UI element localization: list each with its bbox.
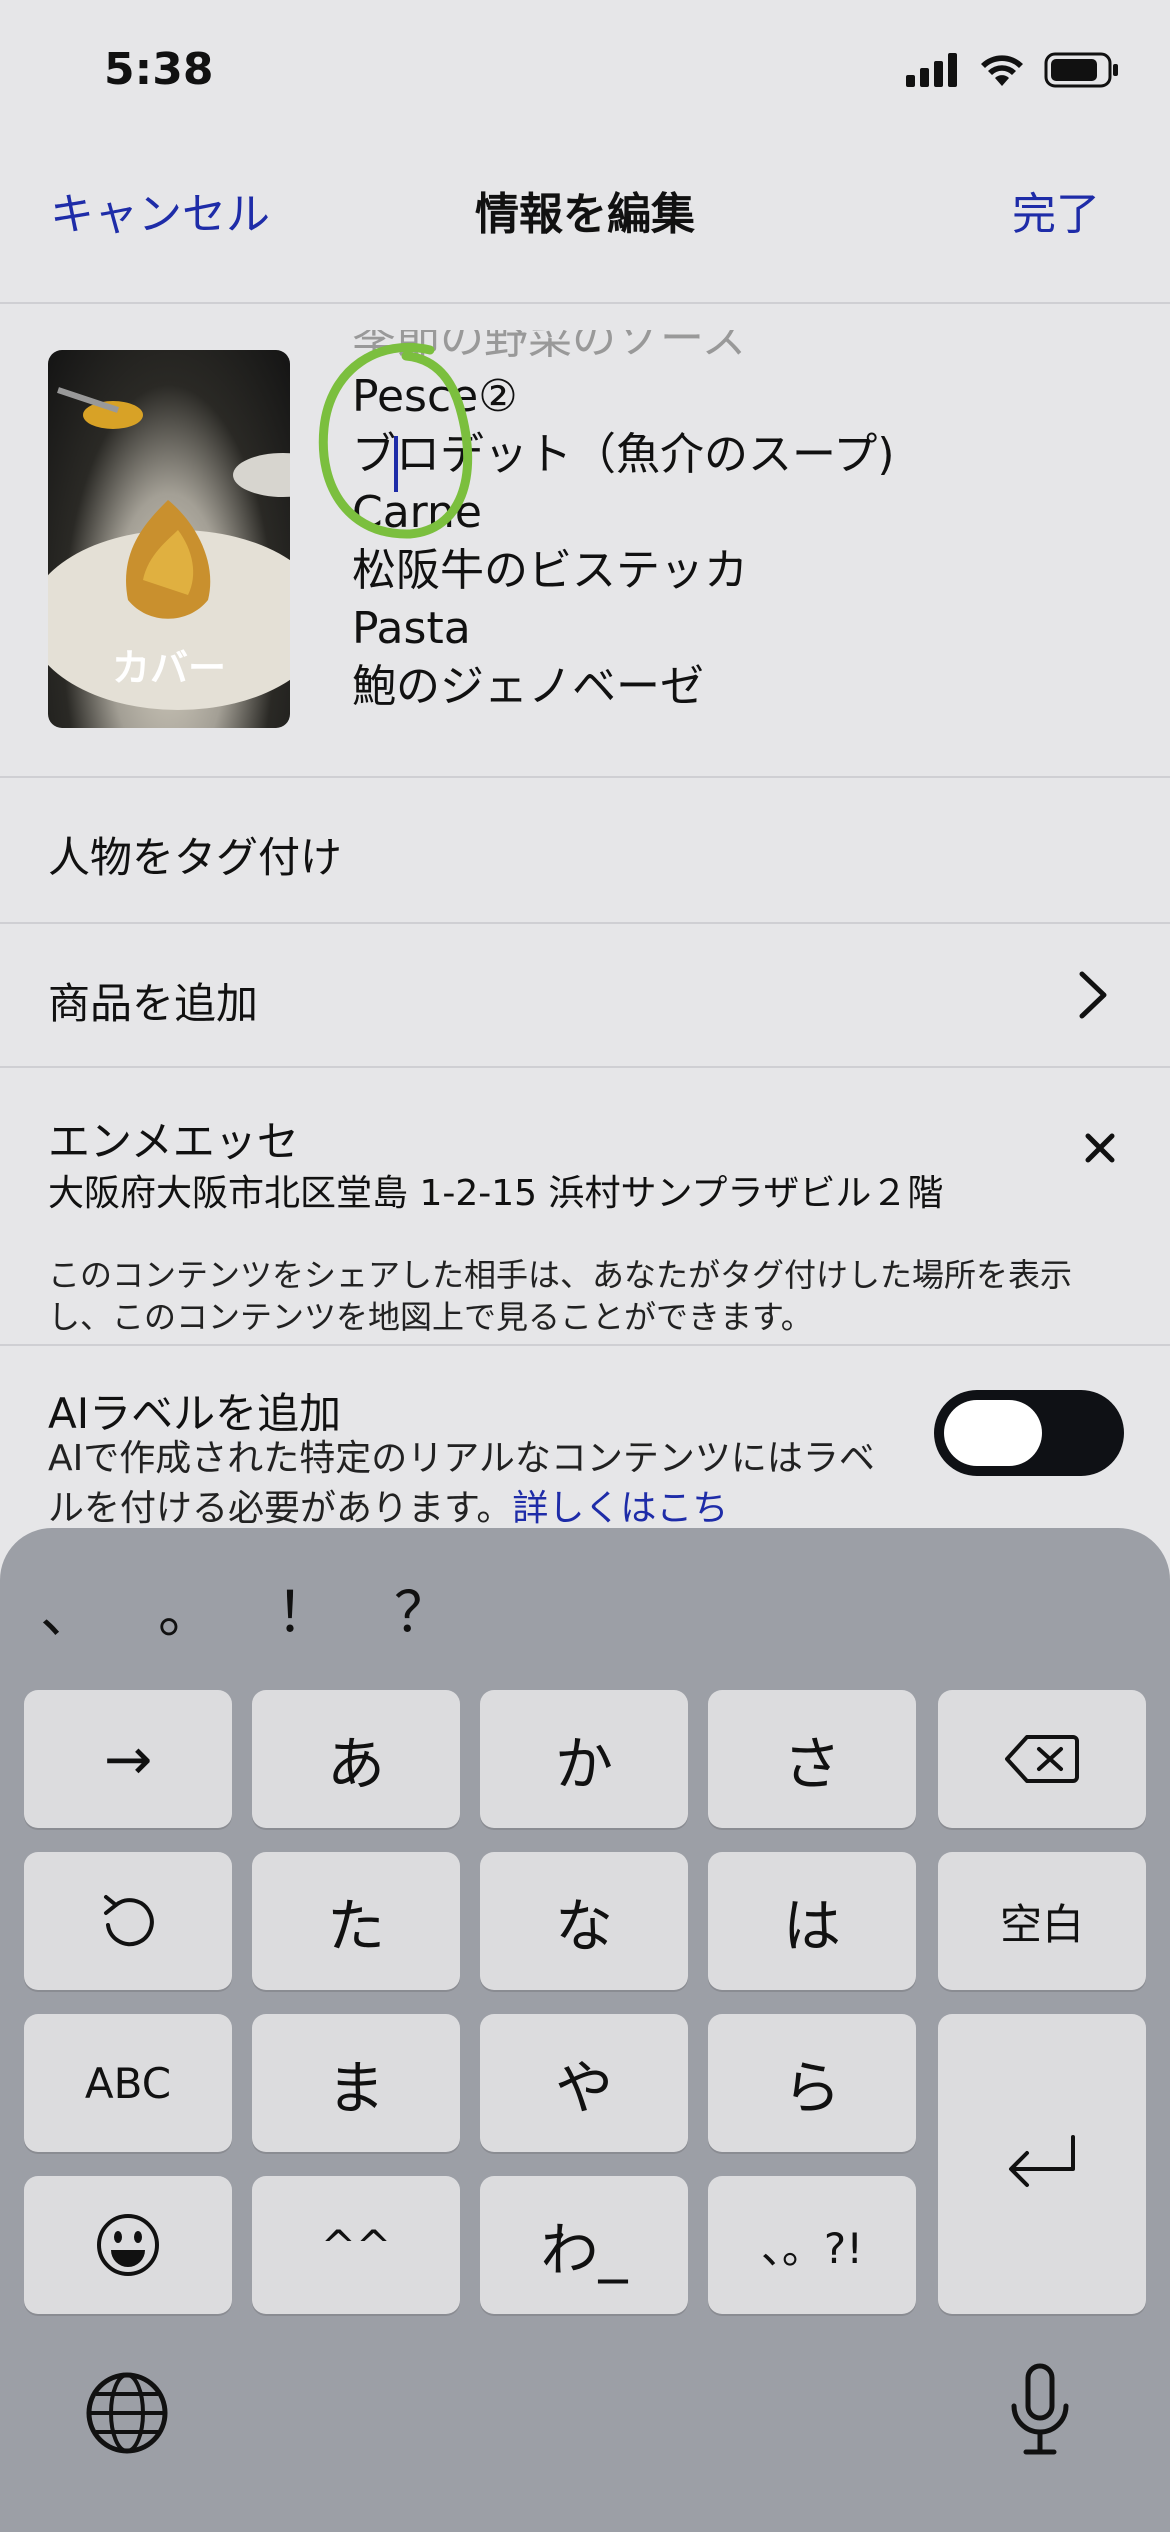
kana-key-ta[interactable]: た [252,1852,460,1990]
delete-key[interactable] [938,1690,1146,1828]
emoji-key[interactable] [24,2176,232,2314]
kana-key-a[interactable]: あ [252,1690,460,1828]
ai-label-description: AIで作成された特定のリアルなコンテンツにはラベルを付ける必要があります。詳しく… [48,1434,908,1534]
kana-key-ha[interactable]: は [708,1852,916,1990]
battery-icon [1044,52,1118,88]
space-key[interactable]: 空白 [938,1852,1146,1990]
tag-people-row[interactable]: 人物をタグ付け [48,824,342,885]
cover-image[interactable]: カバー [48,350,290,728]
divider [0,302,1170,304]
location-address: 大阪府大阪市北区堂島 1-2-15 浜村サンプラザビル２階 [48,1173,944,1214]
wifi-icon [981,55,1023,86]
undo-key[interactable] [24,1852,232,1990]
location-name[interactable]: エンメエッセ [48,1108,299,1169]
divider [0,776,1170,778]
ai-label-toggle[interactable] [934,1390,1124,1476]
cover-label: カバー [111,646,226,690]
close-icon[interactable] [1084,1132,1116,1164]
caption-line: Pasta [352,603,471,654]
chevron-right-icon[interactable] [1076,970,1110,1020]
kana-key-ma[interactable]: ま [252,2014,460,2152]
cancel-button[interactable]: キャンセル [50,178,270,242]
return-key[interactable] [938,2014,1146,2314]
done-button[interactable]: 完了 [1012,178,1100,242]
highlight-circle-icon [318,342,473,539]
add-products-row[interactable]: 商品を追加 [48,970,258,1031]
kana-key-ya[interactable]: や [480,2014,688,2152]
learn-more-link[interactable]: 詳しくはこち [512,1488,728,1529]
abc-key[interactable]: ABC [24,2014,232,2152]
microphone-icon[interactable] [1008,2362,1072,2458]
backspace-icon [1005,1735,1079,1783]
ai-label-text: AIで作成された特定のリアルなコンテンツにはラベルを付ける必要があります。 [48,1438,875,1529]
divider [0,1344,1170,1346]
kana-key-ra[interactable]: ら [708,2014,916,2152]
kana-key-wa[interactable]: わ_ [480,2176,688,2314]
kana-key-sa[interactable]: さ [708,1690,916,1828]
return-icon [1009,2135,1075,2187]
punctuation-key[interactable]: 、。?! [708,2176,916,2314]
undo-icon [104,1895,154,1947]
divider [0,1066,1170,1068]
toggle-knob [944,1400,1042,1466]
caption-line: 松阪牛のビステッカ [352,545,748,596]
location-note: このコンテンツをシェアした相手は、あなたがタグ付けした場所を表示し、このコンテン… [48,1256,1073,1336]
emoji-icon [97,2214,159,2276]
next-candidate-key[interactable]: → [24,1690,232,1828]
punct-key[interactable]: 。 [158,1568,276,1649]
kana-key-ka[interactable]: か [480,1690,688,1828]
punct-key[interactable]: ！ [276,1568,394,1649]
signal-icon [906,53,957,87]
globe-icon[interactable] [84,2370,170,2456]
caption-line: 鮑のジェノベーゼ [352,661,704,712]
status-time: 5:38 [104,44,214,95]
divider [0,922,1170,924]
status-icons [906,52,1120,88]
ai-label-title: AIラベルを追加 [48,1389,342,1438]
punctuation-suggestions: 、 。 ！ ？ [40,1568,512,1649]
punct-key[interactable]: 、 [40,1568,158,1649]
punct-key[interactable]: ？ [394,1568,512,1649]
kana-key-na[interactable]: な [480,1852,688,1990]
kaomoji-key[interactable]: ^^ [252,2176,460,2314]
